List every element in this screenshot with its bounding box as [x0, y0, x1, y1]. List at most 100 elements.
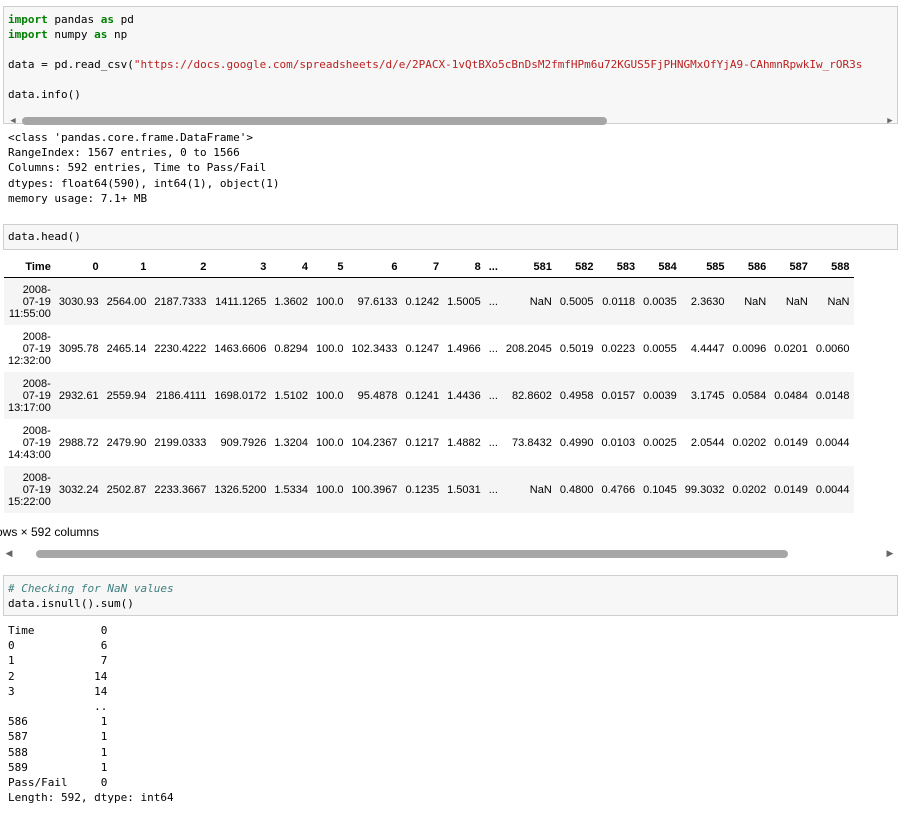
scroll-left-icon[interactable]: ◀ [4, 548, 14, 560]
table-cell: 0.8294 [274, 342, 309, 355]
table-cell: 0.4766 [601, 483, 636, 496]
table-cell: 73.8432 [512, 436, 552, 449]
code-line: import pandas as pd [8, 13, 134, 26]
table-cell: 1.4966 [447, 342, 481, 355]
column-header: 4 [270, 257, 313, 278]
table-cell: ... [488, 436, 498, 449]
column-header: 0 [54, 257, 103, 278]
dataframe-table: Time 0 1 2 3 4 5 6 7 8... 581 582 583 584 585 586 587 588… [4, 257, 854, 513]
table-cell: 1463.6606 [214, 342, 267, 355]
table-cell: 95.4878 [357, 389, 398, 402]
horizontal-scrollbar[interactable]: ◀ ▶ [8, 115, 895, 127]
table-cell: 2564.00 [106, 295, 147, 308]
code-line: # Checking for NaN values [8, 582, 174, 595]
column-header: 583 [597, 257, 640, 278]
table-cell: 0.4990 [559, 436, 594, 449]
table-cell: 0.1045 [643, 483, 677, 496]
table-cell: 1.5102 [274, 389, 309, 402]
table-cell: NaN [744, 295, 767, 308]
table-cell: 0.0202 [732, 436, 767, 449]
code-line: import numpy as np [8, 28, 128, 41]
table-cell: 0.0149 [774, 436, 808, 449]
column-header: 584 [639, 257, 681, 278]
table-cell: 0.0044 [815, 483, 850, 496]
table-cell: 1.4436 [447, 389, 481, 402]
column-header: Time [4, 257, 55, 278]
table-cell: ... [488, 389, 498, 402]
table-cell: 0.0223 [601, 342, 636, 355]
table-cell: 3095.78 [58, 342, 99, 355]
table-cell: 0.0201 [774, 342, 808, 355]
table-cell: 1.4882 [447, 436, 481, 449]
table-cell: 0.4800 [559, 483, 594, 496]
table-cell: 0.0148 [815, 389, 850, 402]
table-cell: 0.0584 [732, 389, 767, 402]
table-cell: 2559.94 [106, 389, 147, 402]
time-cell: 2008- 07-19 14:43:00 [8, 424, 51, 461]
table-cell: 2932.61 [58, 389, 99, 402]
scroll-right-icon[interactable]: ▶ [885, 115, 895, 127]
table-cell: 0.0157 [601, 389, 636, 402]
table-cell: ... [488, 483, 498, 496]
table-cell: 2199.0333 [154, 436, 207, 449]
table-cell: 0.1241 [405, 389, 440, 402]
code-line: data = pd.read_csv("https://docs.google.… [8, 58, 863, 71]
table-cell: NaN [785, 295, 808, 308]
table-cell: 0.0044 [815, 436, 850, 449]
table-cell: 0.0484 [774, 389, 808, 402]
scroll-left-icon[interactable]: ◀ [8, 115, 18, 127]
table-cell: 0.1242 [405, 295, 440, 308]
horizontal-scrollbar[interactable]: ◀ ▶ [4, 548, 895, 560]
table-cell: 100.3967 [351, 483, 398, 496]
column-header: 3 [210, 257, 271, 278]
table-cell: 100.0 [316, 436, 344, 449]
code-cell-head[interactable]: data.head() [3, 224, 898, 250]
table-cell: 0.0103 [601, 436, 636, 449]
table-cell: 2502.87 [106, 483, 147, 496]
scroll-right-icon[interactable]: ▶ [885, 548, 895, 560]
table-cell: 2479.90 [106, 436, 147, 449]
table-row: 2008- 07-19 15:22:00 3032.24 2502.87 2233.366… [4, 466, 854, 513]
table-cell: 100.0 [316, 483, 344, 496]
code-cell-info[interactable]: import pandas as pd import numpy as np dat… [3, 6, 898, 127]
table-row: 2008- 07-19 11:55:00 3030.93 2564.00 2187.733… [4, 277, 854, 325]
table-cell: 0.0055 [643, 342, 677, 355]
table-row: 2008- 07-19 14:43:00 2988.72 2479.90 2199.033… [4, 419, 854, 466]
column-header: 2 [150, 257, 211, 278]
table-cell: 4.4447 [690, 342, 725, 355]
table-cell: 3030.93 [58, 295, 99, 308]
scrollbar-thumb[interactable] [36, 550, 788, 558]
isnull-output: Time 0 0 6 1 7 2 14 3 14 .. 586 1 587 1 … [8, 624, 174, 805]
table-row: 2008- 07-19 12:32:00 3095.78 2465.14 2230.422… [4, 325, 854, 372]
table-cell: 2465.14 [106, 342, 147, 355]
table-cell: 0.0096 [732, 342, 767, 355]
time-cell: 2008- 07-19 11:55:00 [8, 283, 51, 320]
column-header: 6 [347, 257, 402, 278]
scrollbar-thumb[interactable] [22, 117, 607, 125]
table-cell: 104.2367 [351, 436, 398, 449]
code-cell-isnull[interactable]: # Checking for NaN values data.isnull().s… [3, 575, 898, 616]
table-header-row: Time 0 1 2 3 4 5 6 7 8... 581 582 583 584 585 586 587 588 [4, 257, 854, 278]
column-header: 581 [501, 257, 556, 278]
table-row: 2008- 07-19 13:17:00 2932.61 2559.94 2186.411… [4, 372, 854, 419]
table-cell: 0.0035 [643, 295, 677, 308]
table-cell: 2233.3667 [154, 483, 207, 496]
table-cell: 1411.1265 [215, 295, 267, 308]
info-output: <class 'pandas.core.frame.DataFrame'> Ra… [8, 131, 280, 205]
column-header: 588 [811, 257, 854, 278]
column-header: 5 [312, 257, 348, 278]
code-line: data.head() [8, 230, 81, 243]
column-header: 1 [102, 257, 151, 278]
table-cell: 0.1235 [405, 483, 440, 496]
column-header: ... [484, 257, 502, 278]
column-header: 7 [401, 257, 444, 278]
table-cell: 2186.4111 [155, 389, 207, 402]
table-cell: 0.5005 [559, 295, 594, 308]
table-cell: 100.0 [316, 295, 344, 308]
time-cell: 2008- 07-19 15:22:00 [8, 471, 51, 508]
table-cell: NaN [529, 295, 552, 308]
table-cell: 97.6133 [357, 295, 398, 308]
table-cell: NaN [827, 295, 850, 308]
table-cell: 208.2045 [505, 342, 552, 355]
table-cell: 1.3602 [274, 295, 309, 308]
